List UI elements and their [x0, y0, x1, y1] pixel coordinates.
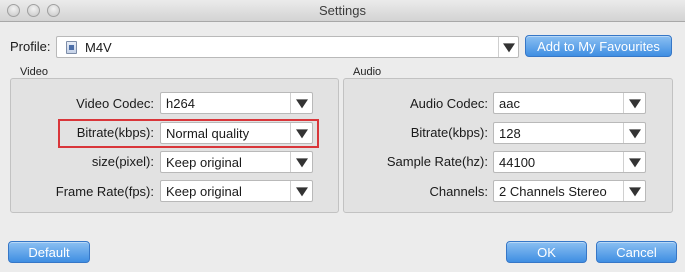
ok-button[interactable]: OK	[506, 241, 587, 263]
profile-value: M4V	[85, 40, 112, 55]
profile-label: Profile:	[10, 39, 51, 54]
audio-codec-dropdown-arrow[interactable]	[623, 93, 645, 113]
audio-bitrate-select[interactable]: 128	[493, 122, 646, 144]
audio-samplerate-select[interactable]: 44100	[493, 151, 646, 173]
default-button[interactable]: Default	[8, 241, 90, 263]
chevron-down-icon	[628, 158, 641, 168]
chevron-down-icon	[628, 187, 641, 197]
video-size-dropdown-arrow[interactable]	[290, 152, 312, 172]
video-framerate-label: Frame Rate(fps):	[55, 184, 154, 199]
video-group-label: Video	[20, 66, 48, 78]
audio-samplerate-label: Sample Rate(hz):	[386, 154, 488, 169]
video-framerate-dropdown-arrow[interactable]	[290, 181, 312, 201]
audio-samplerate-dropdown-arrow[interactable]	[623, 152, 645, 172]
video-codec-dropdown-arrow[interactable]	[290, 93, 312, 113]
video-size-select[interactable]: Keep original	[160, 151, 313, 173]
highlight-box	[58, 119, 319, 148]
video-codec-label: Video Codec:	[76, 96, 154, 111]
video-file-icon	[66, 41, 77, 54]
audio-codec-value: aac	[499, 96, 520, 111]
window-title: Settings	[319, 3, 366, 18]
audio-group-label: Audio	[353, 66, 382, 78]
audio-codec-select[interactable]: aac	[493, 92, 646, 114]
video-framerate-select[interactable]: Keep original	[160, 180, 313, 202]
audio-bitrate-value: 128	[499, 126, 521, 141]
audio-samplerate-value: 44100	[499, 155, 536, 170]
profile-dropdown-arrow[interactable]	[498, 37, 518, 57]
audio-codec-label: Audio Codec:	[409, 96, 488, 111]
chevron-down-icon	[628, 129, 641, 139]
chevron-down-icon	[502, 43, 515, 53]
video-codec-select[interactable]: h264	[160, 92, 313, 114]
profile-select[interactable]: M4V	[56, 36, 519, 58]
cancel-button[interactable]: Cancel	[596, 241, 677, 263]
video-codec-value: h264	[166, 96, 195, 111]
add-to-favourites-button[interactable]: Add to My Favourites	[525, 35, 672, 57]
video-size-label: size(pixel):	[91, 154, 154, 169]
chevron-down-icon	[628, 99, 641, 109]
video-framerate-value: Keep original	[166, 184, 242, 199]
video-size-value: Keep original	[166, 155, 242, 170]
audio-channels-select[interactable]: 2 Channels Stereo	[493, 180, 646, 202]
audio-bitrate-dropdown-arrow[interactable]	[623, 123, 645, 143]
chevron-down-icon	[295, 158, 308, 168]
audio-bitrate-label: Bitrate(kbps):	[410, 125, 488, 140]
chevron-down-icon	[295, 99, 308, 109]
audio-channels-value: 2 Channels Stereo	[499, 184, 607, 199]
chevron-down-icon	[295, 187, 308, 197]
title-bar: Settings	[0, 0, 685, 22]
audio-channels-label: Channels:	[429, 184, 488, 199]
audio-channels-dropdown-arrow[interactable]	[623, 181, 645, 201]
